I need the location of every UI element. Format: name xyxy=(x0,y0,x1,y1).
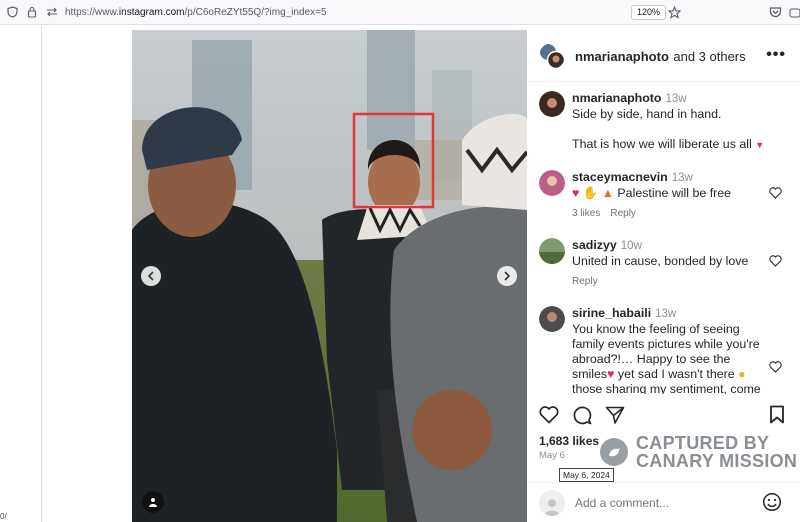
caption-line-1: Side by side, hand in hand. xyxy=(572,107,722,121)
comment-text: Palestine will be free xyxy=(617,186,732,200)
crying-face-emoji-icon: ● xyxy=(738,367,746,381)
bookmark-star-icon[interactable] xyxy=(667,5,681,19)
comment-text: United in cause, bonded by love xyxy=(572,254,749,268)
more-options-icon[interactable]: ••• xyxy=(766,46,786,64)
post-action-bar xyxy=(527,398,800,432)
like-heart-icon[interactable] xyxy=(539,406,559,429)
caption-username[interactable]: nmarianaphoto xyxy=(572,91,662,105)
lock-icon[interactable] xyxy=(25,5,39,19)
avatar[interactable] xyxy=(539,306,565,332)
caption-time[interactable]: 13w xyxy=(666,93,687,105)
hands-emoji-icon: ✋ xyxy=(582,186,599,200)
page-left-pane xyxy=(0,26,42,522)
comment-time[interactable]: 13w xyxy=(655,308,676,320)
watermark-line-1: CAPTURED BY xyxy=(636,433,770,453)
comment-text-b: yet sad I wasn't there xyxy=(617,367,735,381)
red-heart-emoji-icon: ♥ xyxy=(572,186,580,200)
like-comment-heart-icon[interactable] xyxy=(769,254,782,267)
add-comment-bar xyxy=(527,482,800,522)
save-bookmark-icon[interactable] xyxy=(769,405,785,429)
permissions-icon[interactable] xyxy=(45,5,59,19)
post-header: nmarianaphoto and 3 others ••• xyxy=(527,30,800,82)
avatar[interactable] xyxy=(539,91,565,117)
extension-icon[interactable] xyxy=(788,5,800,19)
url-text[interactable]: https://www.instagram.com/p/C6oReZYt55Q/… xyxy=(65,7,327,18)
carousel-prev-button[interactable] xyxy=(141,266,161,286)
shield-icon[interactable] xyxy=(5,5,19,19)
collaborators-link[interactable]: and 3 others xyxy=(673,49,745,64)
comment-text-c: those sharing my sentiment, come take a … xyxy=(572,382,761,394)
post-photo[interactable] xyxy=(132,30,527,522)
post-photo-image xyxy=(132,30,527,522)
reply-button[interactable]: Reply xyxy=(610,208,636,219)
comment-time[interactable]: 10w xyxy=(621,240,642,252)
tagged-user-icon[interactable] xyxy=(142,491,164,513)
browser-url-bar: https://www.instagram.com/p/C6oReZYt55Q/… xyxy=(0,0,800,25)
comment-time[interactable]: 13w xyxy=(672,172,693,184)
post-date[interactable]: May 6 xyxy=(539,450,565,461)
carousel-next-button[interactable] xyxy=(497,266,517,286)
emoji-picker-icon[interactable] xyxy=(762,492,782,517)
post-author-name[interactable]: nmarianaphoto xyxy=(575,49,669,64)
watermark-line-2: CANARY MISSION xyxy=(636,451,798,471)
canary-mission-watermark: CAPTURED BY CANARY MISSION xyxy=(600,434,800,474)
likes-count[interactable]: 1,683 likes xyxy=(539,434,599,448)
like-comment-heart-icon[interactable] xyxy=(769,360,782,373)
comment-username[interactable]: staceymacnevin xyxy=(572,170,668,184)
red-heart-emoji-icon: ♥ xyxy=(607,367,615,381)
add-comment-input[interactable] xyxy=(575,494,755,512)
reply-button[interactable]: Reply xyxy=(572,276,598,287)
caption-line-2: That is how we will liberate us all xyxy=(572,137,752,151)
comment-username[interactable]: sadizyy xyxy=(572,238,617,252)
zoom-level-badge[interactable]: 120% xyxy=(631,5,667,20)
comment-bubble-icon[interactable] xyxy=(572,405,592,430)
like-comment-heart-icon[interactable] xyxy=(769,186,782,199)
left-cut-text: 0/ xyxy=(0,512,7,521)
comment-username[interactable]: sirine_habaili xyxy=(572,306,651,320)
canary-bird-icon xyxy=(600,438,628,466)
avatar[interactable] xyxy=(539,170,565,196)
comment-likes[interactable]: 3 likes xyxy=(572,208,600,219)
collab-avatar[interactable] xyxy=(539,43,565,69)
comment-user-avatar-icon xyxy=(539,490,565,516)
list-item: sirine_habaili 13w You know the feeling o… xyxy=(539,306,794,394)
pocket-icon[interactable] xyxy=(768,5,782,19)
avatar[interactable] xyxy=(539,238,565,264)
share-send-icon[interactable] xyxy=(605,406,625,429)
red-triangle-emoji-icon: ▼ xyxy=(755,140,765,150)
fire-emoji-icon: ▲ xyxy=(601,186,614,200)
